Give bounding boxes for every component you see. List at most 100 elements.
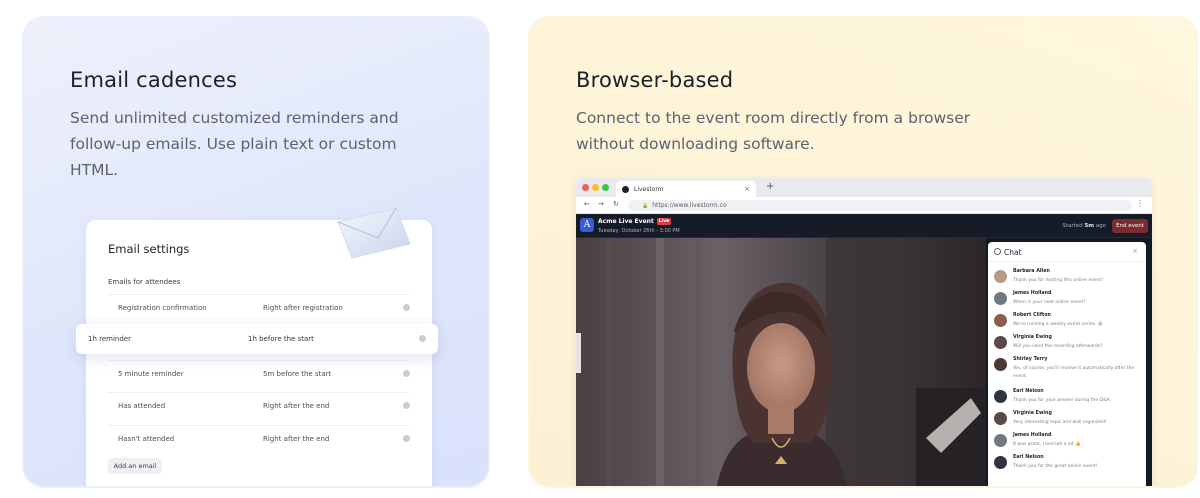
chat-text: It was great, I learned a lot 👍 bbox=[1013, 442, 1081, 447]
browser-menu-icon[interactable]: ⋮ bbox=[1136, 199, 1144, 208]
chat-message: James Holland It was great, I learned a … bbox=[994, 432, 1144, 453]
chat-author: Barbara Allen bbox=[1013, 269, 1050, 274]
emails-for-attendees-label: Emails for attendees bbox=[108, 278, 181, 286]
close-tab-icon[interactable]: × bbox=[744, 185, 750, 193]
avatar bbox=[994, 456, 1007, 469]
chat-message: Shirley Terry Yes, of course, you'll rec… bbox=[994, 356, 1144, 384]
avatar bbox=[994, 412, 1007, 425]
end-event-button[interactable]: End event bbox=[1112, 219, 1148, 233]
email-row-name: Has attended bbox=[118, 401, 166, 410]
avatar bbox=[994, 358, 1007, 371]
back-arrow-icon[interactable]: ← bbox=[584, 200, 590, 208]
chat-message: Virginia Ewing Will you send the recordi… bbox=[994, 334, 1144, 355]
chat-panel: Chat × Barbara Allen Thank you for hosti… bbox=[988, 242, 1146, 486]
browser-window: Livestorm × + ← → ↻ 🔒 https://www.livest… bbox=[576, 178, 1152, 486]
email-cadences-card: Email cadences Send unlimited customized… bbox=[22, 16, 490, 488]
browser-url-bar: ← → ↻ 🔒 https://www.livestorm.co ⋮ bbox=[576, 197, 1152, 214]
address-text: https://www.livestorm.co bbox=[652, 202, 727, 209]
email-cadences-title: Email cadences bbox=[70, 68, 238, 92]
speaker-video bbox=[576, 238, 986, 486]
live-badge: Live bbox=[656, 218, 672, 225]
chat-author: James Holland bbox=[1013, 291, 1052, 296]
chat-author: Virginia Ewing bbox=[1013, 335, 1052, 340]
chat-text: Thank you for your answer during the Q&A… bbox=[1013, 398, 1112, 403]
chat-text: Very interesting topic and well organize… bbox=[1013, 420, 1107, 425]
chat-message: Earl Nelson Thank you for your answer du… bbox=[994, 388, 1144, 409]
event-title-text: Acme Live Event bbox=[598, 218, 654, 225]
reload-icon[interactable]: ↻ bbox=[613, 200, 619, 208]
email-row-registration-confirmation[interactable]: Registration confirmation Right after re… bbox=[108, 294, 410, 320]
email-settings-title: Email settings bbox=[108, 242, 190, 256]
event-header: A Acme Live Event Live Tuesday, October 2… bbox=[576, 214, 1152, 238]
event-room: A Acme Live Event Live Tuesday, October 2… bbox=[576, 214, 1152, 486]
email-row-has-attended[interactable]: Has attended Right after the end bbox=[108, 392, 410, 418]
email-cadences-description: Send unlimited customized reminders and … bbox=[70, 109, 399, 179]
chat-author: James Holland bbox=[1013, 433, 1052, 438]
chat-message: Barbara Allen Thank you for hosting this… bbox=[994, 268, 1144, 289]
chat-title: Chat bbox=[1004, 248, 1022, 257]
email-settings-panel: Email settings Emails for attendees Regi… bbox=[86, 220, 432, 486]
email-row-timing: Right after registration bbox=[263, 303, 343, 312]
chat-message: Earl Nelson Thank you for the great onli… bbox=[994, 454, 1144, 475]
chat-author: Earl Nelson bbox=[1013, 389, 1044, 394]
email-row-timing: 1h before the start bbox=[248, 335, 314, 343]
new-tab-icon[interactable]: + bbox=[766, 181, 774, 192]
avatar bbox=[994, 434, 1007, 447]
avatar bbox=[994, 390, 1007, 403]
avatar bbox=[994, 314, 1007, 327]
email-row-timing: Right after the end bbox=[263, 434, 330, 443]
chat-bubble-icon bbox=[994, 248, 1001, 255]
email-row-1h-reminder[interactable]: 1h reminder 1h before the start bbox=[76, 324, 438, 354]
event-logo-icon: A bbox=[580, 218, 594, 232]
email-row-hasnt-attended[interactable]: Hasn't attended Right after the end bbox=[108, 425, 410, 451]
email-row-name: 5 minute reminder bbox=[118, 369, 184, 378]
browser-based-description: Connect to the event room directly from … bbox=[576, 109, 971, 153]
chat-text: When is your next online event? bbox=[1013, 300, 1086, 305]
row-toggle-icon[interactable] bbox=[403, 435, 410, 442]
envelope-icon bbox=[337, 207, 411, 259]
browser-based-card: Browser-based Connect to the event room … bbox=[528, 16, 1198, 488]
email-row-5-minute-reminder[interactable]: 5 minute reminder 5m before the start bbox=[108, 360, 410, 386]
chat-author: Shirley Terry bbox=[1013, 357, 1048, 362]
event-date: Tuesday, October 26th - 3:00 PM bbox=[598, 228, 680, 234]
row-toggle-icon[interactable] bbox=[419, 335, 426, 342]
close-window-icon[interactable] bbox=[582, 184, 589, 191]
started-status: Started 5m ago bbox=[1062, 223, 1106, 229]
email-row-timing: 5m before the start bbox=[263, 369, 332, 378]
email-row-name: 1h reminder bbox=[88, 335, 131, 343]
livestorm-favicon-icon bbox=[622, 185, 629, 193]
browser-based-title: Browser-based bbox=[576, 68, 734, 92]
chat-message: Robert Clifton We're running a weekly ev… bbox=[994, 312, 1144, 333]
row-toggle-icon[interactable] bbox=[403, 370, 410, 377]
chat-text: We're running a weekly event series. 😀 bbox=[1013, 322, 1103, 327]
email-row-name: Registration confirmation bbox=[118, 303, 207, 312]
chat-author: Virginia Ewing bbox=[1013, 411, 1052, 416]
chat-author: Earl Nelson bbox=[1013, 455, 1044, 460]
started-suffix: ago bbox=[1095, 223, 1106, 229]
avatar bbox=[994, 336, 1007, 349]
chat-text: Will you send the recording afterwards? bbox=[1013, 344, 1103, 349]
forward-arrow-icon[interactable]: → bbox=[598, 200, 604, 208]
chat-header: Chat × bbox=[988, 242, 1146, 262]
chat-message: Virginia Ewing Very interesting topic an… bbox=[994, 410, 1144, 431]
chat-message: James Holland When is your next online e… bbox=[994, 290, 1144, 311]
add-email-button[interactable]: Add an email bbox=[108, 458, 162, 474]
close-chat-icon[interactable]: × bbox=[1132, 247, 1138, 255]
email-row-timing: Right after the end bbox=[263, 401, 330, 410]
maximize-window-icon[interactable] bbox=[602, 184, 609, 191]
chat-text: Yes, of course, you'll receive it automa… bbox=[1013, 366, 1135, 379]
chat-text: Thank you for hosting this online event! bbox=[1013, 278, 1104, 283]
row-toggle-icon[interactable] bbox=[403, 402, 410, 409]
event-title: Acme Live Event Live bbox=[598, 218, 672, 225]
avatar bbox=[994, 270, 1007, 283]
started-value: 5m bbox=[1084, 223, 1095, 229]
started-prefix: Started bbox=[1062, 223, 1083, 229]
chat-author: Robert Clifton bbox=[1013, 313, 1051, 318]
minimize-window-icon[interactable] bbox=[592, 184, 599, 191]
avatar bbox=[994, 292, 1007, 305]
chat-text: Thank you for the great online event! bbox=[1013, 464, 1098, 469]
row-toggle-icon[interactable] bbox=[403, 304, 410, 311]
address-field[interactable]: 🔒 https://www.livestorm.co bbox=[628, 200, 1132, 211]
browser-tab[interactable]: Livestorm × bbox=[616, 181, 756, 197]
tab-title: Livestorm bbox=[634, 185, 664, 193]
